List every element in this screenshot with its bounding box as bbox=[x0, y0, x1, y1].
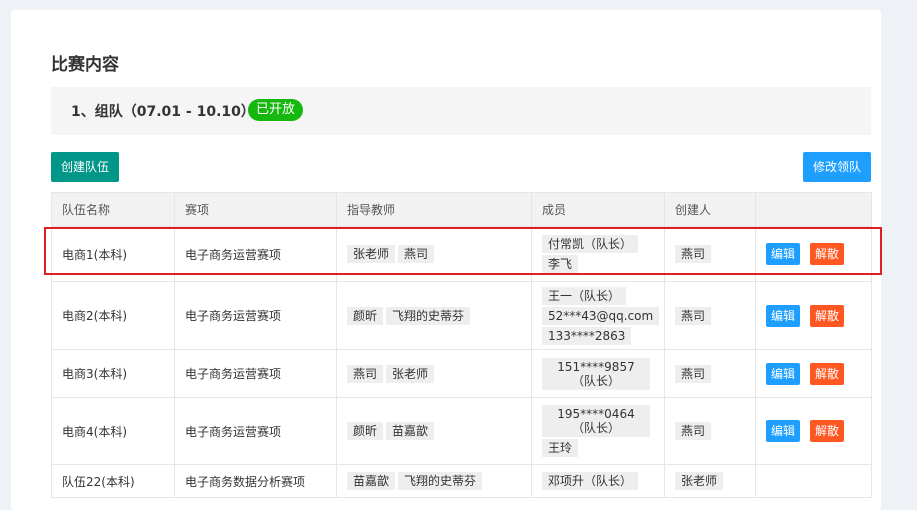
teacher-tag: 飞翔的史蒂芬 bbox=[386, 306, 471, 325]
teacher-tag: 颜昕 bbox=[347, 422, 384, 440]
team-name: 队伍22(本科) bbox=[51, 464, 175, 498]
creator-cell: 燕司 bbox=[664, 349, 756, 398]
table-row: 电商2(本科) 电子商务运营赛项 颜昕 飞翔的史蒂芬 王一（队长） 52***43… bbox=[51, 281, 872, 350]
members-cell: 195****0464（队长） 王玲 bbox=[531, 397, 665, 465]
creator-tag: 燕司 bbox=[675, 245, 712, 263]
creator-cell: 张老师 bbox=[664, 464, 756, 498]
team-name: 电商4(本科) bbox=[51, 397, 175, 465]
actions-cell bbox=[755, 464, 872, 498]
edit-button[interactable]: 编辑 bbox=[766, 362, 801, 385]
disband-button[interactable]: 解散 bbox=[810, 304, 845, 327]
teachers-cell: 燕司 张老师 bbox=[336, 349, 532, 398]
header-teachers: 指导教师 bbox=[336, 192, 532, 227]
creator-tag: 燕司 bbox=[675, 306, 712, 325]
competition-card: 比赛内容 1、组队（07.01 - 10.10） 已开放 创建队伍 修改领队 队… bbox=[11, 10, 881, 510]
teacher-tag: 燕司 bbox=[347, 364, 384, 383]
teachers-cell: 颜昕 飞翔的史蒂芬 bbox=[336, 281, 532, 350]
header-creator: 创建人 bbox=[664, 192, 756, 227]
member-tag: 王一（队长） bbox=[542, 286, 627, 305]
teacher-tag: 燕司 bbox=[398, 245, 435, 263]
actions-cell: 编辑 解散 bbox=[755, 349, 872, 398]
actions-cell: 编辑 解散 bbox=[755, 281, 872, 350]
teachers-cell: 张老师 燕司 bbox=[336, 226, 532, 282]
team-table: 队伍名称 赛项 指导教师 成员 创建人 电商1(本科) 电子商务运营赛项 张老师… bbox=[51, 192, 872, 498]
members-cell: 151****9857（队长） bbox=[531, 349, 665, 398]
header-team-name: 队伍名称 bbox=[51, 192, 175, 227]
edit-button[interactable]: 编辑 bbox=[766, 304, 801, 327]
create-team-button[interactable]: 创建队伍 bbox=[51, 152, 120, 182]
stage-status-badge: 已开放 bbox=[248, 99, 304, 121]
section-title: 比赛内容 bbox=[51, 55, 119, 75]
teacher-tag: 张老师 bbox=[347, 245, 396, 263]
team-name: 电商2(本科) bbox=[51, 281, 175, 350]
teachers-cell: 颜昕 苗嘉歆 bbox=[336, 397, 532, 465]
disband-button[interactable]: 解散 bbox=[810, 420, 845, 442]
member-tag: 邓项升（队长） bbox=[542, 472, 639, 490]
members-cell: 付常凯（队长） 李飞 bbox=[531, 226, 665, 282]
event-name: 电子商务运营赛项 bbox=[174, 349, 337, 398]
teachers-cell: 苗嘉歆 飞翔的史蒂芬 bbox=[336, 464, 532, 498]
stage-title: 1、组队（07.01 - 10.10） bbox=[71, 104, 255, 120]
actions-cell: 编辑 解散 bbox=[755, 226, 872, 282]
teacher-tag: 苗嘉歆 bbox=[347, 472, 396, 490]
event-name: 电子商务运营赛项 bbox=[174, 397, 337, 465]
creator-tag: 燕司 bbox=[675, 364, 712, 383]
members-cell: 王一（队长） 52***43@qq.com 133****2863 bbox=[531, 281, 665, 350]
member-tag: 李飞 bbox=[542, 255, 579, 273]
teacher-tag: 苗嘉歆 bbox=[386, 422, 435, 440]
creator-cell: 燕司 bbox=[664, 281, 756, 350]
team-name: 电商3(本科) bbox=[51, 349, 175, 398]
stage-bar: 1、组队（07.01 - 10.10） 已开放 bbox=[51, 87, 871, 135]
header-members: 成员 bbox=[531, 192, 665, 227]
table-row: 电商1(本科) 电子商务运营赛项 张老师 燕司 付常凯（队长） 李飞 燕司 编辑解… bbox=[51, 226, 872, 282]
disband-button[interactable]: 解散 bbox=[810, 243, 845, 265]
event-name: 电子商务数据分析赛项 bbox=[174, 464, 337, 498]
header-event: 赛项 bbox=[174, 192, 337, 227]
member-tag: 151****9857（队长） bbox=[542, 357, 650, 390]
member-tag: 52***43@qq.com bbox=[542, 306, 660, 325]
modify-leader-button[interactable]: 修改领队 bbox=[803, 152, 872, 182]
creator-tag: 燕司 bbox=[675, 422, 712, 440]
teacher-tag: 飞翔的史蒂芬 bbox=[398, 472, 483, 490]
table-row: 电商3(本科) 电子商务运营赛项 燕司 张老师 151****9857（队长） 燕… bbox=[51, 349, 872, 398]
member-tag: 195****0464（队长） bbox=[542, 405, 650, 437]
event-name: 电子商务运营赛项 bbox=[174, 226, 337, 282]
edit-button[interactable]: 编辑 bbox=[766, 420, 801, 442]
header-actions bbox=[755, 192, 872, 227]
team-name: 电商1(本科) bbox=[51, 226, 175, 282]
creator-cell: 燕司 bbox=[664, 226, 756, 282]
edit-button[interactable]: 编辑 bbox=[766, 243, 801, 265]
creator-tag: 张老师 bbox=[675, 472, 724, 490]
creator-cell: 燕司 bbox=[664, 397, 756, 465]
members-cell: 邓项升（队长） bbox=[531, 464, 665, 498]
member-tag: 133****2863 bbox=[542, 326, 632, 345]
teacher-tag: 张老师 bbox=[386, 364, 435, 383]
actions-cell: 编辑 解散 bbox=[755, 397, 872, 465]
table-row: 电商4(本科) 电子商务运营赛项 颜昕 苗嘉歆 195****0464（队长） 王… bbox=[51, 397, 872, 465]
event-name: 电子商务运营赛项 bbox=[174, 281, 337, 350]
teacher-tag: 颜昕 bbox=[347, 306, 384, 325]
disband-button[interactable]: 解散 bbox=[810, 362, 845, 385]
table-row: 队伍22(本科) 电子商务数据分析赛项 苗嘉歆 飞翔的史蒂芬 邓项升（队长） 张老… bbox=[51, 464, 872, 498]
member-tag: 付常凯（队长） bbox=[542, 235, 639, 253]
member-tag: 王玲 bbox=[542, 439, 579, 457]
table-header-row: 队伍名称 赛项 指导教师 成员 创建人 bbox=[51, 192, 872, 227]
